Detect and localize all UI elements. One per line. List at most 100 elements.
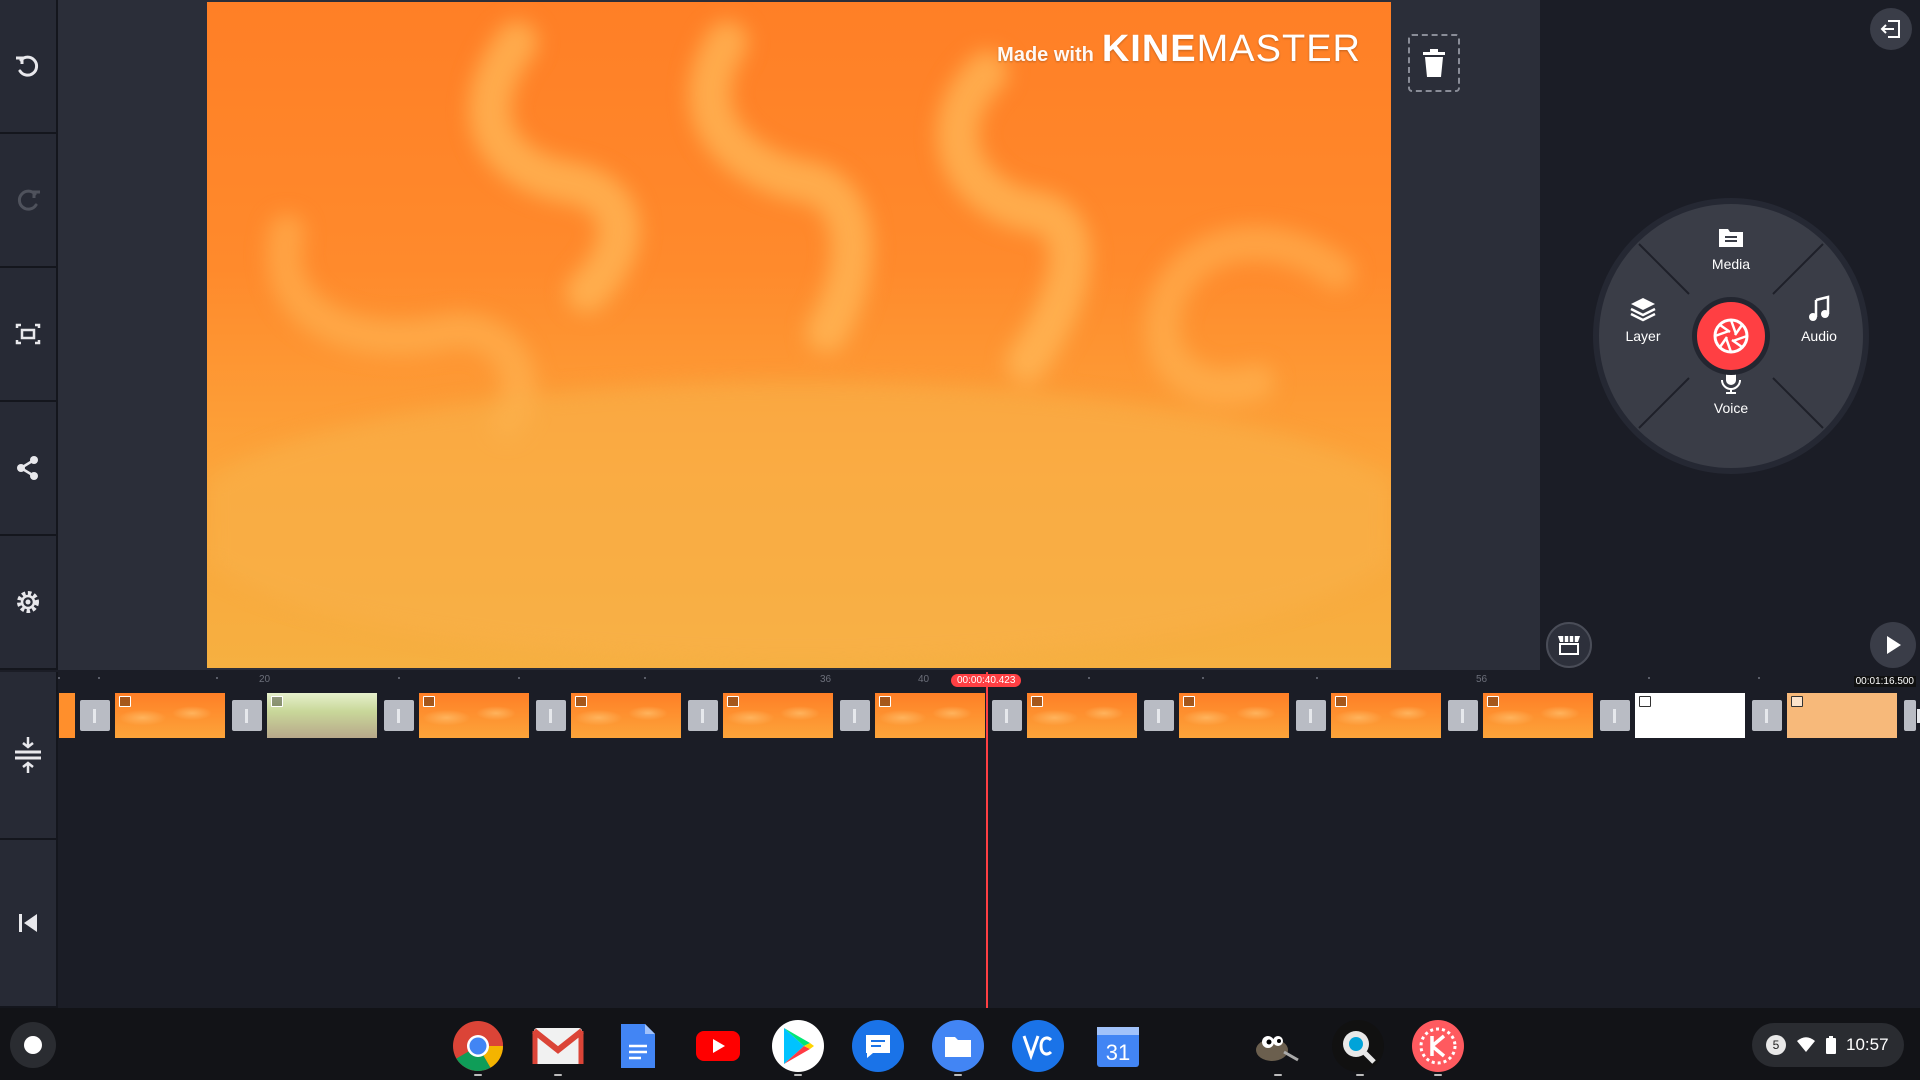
transition-handle[interactable] bbox=[1448, 700, 1478, 731]
svg-text:31: 31 bbox=[1106, 1040, 1130, 1065]
image-icon bbox=[271, 696, 283, 707]
music-note-icon bbox=[1809, 295, 1830, 321]
transition-handle[interactable] bbox=[688, 700, 718, 731]
docs-icon bbox=[621, 1024, 655, 1068]
calendar-icon: 31 bbox=[1097, 1027, 1139, 1067]
launcher-button[interactable] bbox=[10, 1022, 56, 1068]
store-icon bbox=[1558, 636, 1580, 655]
messages-app[interactable] bbox=[852, 1020, 904, 1072]
layers-icon bbox=[1630, 298, 1656, 322]
right-panel: Media Layer Audio Voice bbox=[1540, 0, 1920, 670]
gimp-icon bbox=[1256, 1036, 1299, 1062]
timeline-clip[interactable] bbox=[1635, 693, 1745, 738]
image-icon bbox=[575, 696, 587, 707]
timeline-clip[interactable] bbox=[267, 693, 377, 738]
play-icon bbox=[1887, 636, 1901, 654]
running-indicator bbox=[1274, 1074, 1282, 1076]
expand-timeline-button[interactable] bbox=[0, 672, 56, 840]
kinemaster-editor: Made with KINEMASTER Media Layer Audio V… bbox=[0, 0, 1920, 1080]
capture-button[interactable] bbox=[1692, 297, 1770, 375]
jump-to-start-button[interactable] bbox=[0, 840, 56, 1008]
image-icon bbox=[879, 696, 891, 707]
timeline-clip[interactable] bbox=[723, 693, 833, 738]
gmail-icon bbox=[532, 1028, 584, 1064]
play-store-app[interactable] bbox=[772, 1020, 824, 1072]
transition-handle[interactable] bbox=[840, 700, 870, 731]
undo-button[interactable] bbox=[0, 0, 56, 134]
youtube-app[interactable] bbox=[692, 1020, 744, 1072]
share-icon bbox=[17, 456, 38, 480]
status-tray[interactable]: 5 10:57 bbox=[1752, 1023, 1904, 1067]
image-icon bbox=[423, 696, 435, 707]
timeline-clip[interactable] bbox=[419, 693, 529, 738]
timeline-clip[interactable] bbox=[875, 693, 985, 738]
watermark-brand: KINEMASTER bbox=[1102, 28, 1361, 71]
transition-handle[interactable] bbox=[1296, 700, 1326, 731]
timeline-clip[interactable] bbox=[115, 693, 225, 738]
image-icon bbox=[727, 696, 739, 707]
kinemaster-app[interactable] bbox=[1412, 1020, 1464, 1072]
wifi-icon bbox=[1797, 1037, 1815, 1052]
audio-button[interactable]: Audio bbox=[1779, 294, 1859, 344]
transition-handle[interactable] bbox=[1904, 700, 1920, 731]
transition-handle[interactable] bbox=[1752, 700, 1782, 731]
gimp-app[interactable] bbox=[1248, 1020, 1300, 1072]
search-app[interactable] bbox=[1332, 1020, 1384, 1072]
kinemaster-icon bbox=[1419, 1027, 1457, 1065]
settings-button[interactable] bbox=[0, 536, 56, 670]
trash-icon bbox=[1423, 49, 1445, 77]
timeline-clip[interactable] bbox=[59, 693, 75, 738]
preview-area: Made with KINEMASTER bbox=[58, 0, 1540, 670]
play-button[interactable] bbox=[1870, 622, 1916, 668]
gear-icon bbox=[17, 591, 39, 613]
media-button[interactable]: Media bbox=[1691, 222, 1771, 272]
transition-handle[interactable] bbox=[1600, 700, 1630, 731]
exit-project-button[interactable] bbox=[1870, 8, 1912, 50]
timeline-clip[interactable] bbox=[1483, 693, 1593, 738]
timeline-clip[interactable] bbox=[1179, 693, 1289, 738]
transition-handle[interactable] bbox=[80, 700, 110, 731]
paint-bucket-icon bbox=[1639, 696, 1651, 707]
gmail-app[interactable] bbox=[532, 1020, 584, 1072]
files-app[interactable] bbox=[932, 1020, 984, 1072]
vectornator-app[interactable] bbox=[1012, 1020, 1064, 1072]
timeline[interactable]: 20 36 40 56 00:01:16.500 00:00:40.423 bbox=[58, 672, 1920, 1008]
video-preview[interactable]: Made with KINEMASTER bbox=[207, 2, 1391, 668]
total-duration: 00:01:16.500 bbox=[1853, 676, 1916, 687]
image-icon bbox=[1031, 696, 1043, 707]
docs-app[interactable] bbox=[612, 1020, 664, 1072]
calendar-app[interactable]: 31 bbox=[1092, 1020, 1144, 1072]
timeline-clip[interactable] bbox=[571, 693, 681, 738]
chrome-icon bbox=[453, 1021, 503, 1071]
transition-handle[interactable] bbox=[992, 700, 1022, 731]
transition-handle[interactable] bbox=[1144, 700, 1174, 731]
redo-button[interactable] bbox=[0, 134, 56, 268]
share-button[interactable] bbox=[0, 402, 56, 536]
image-icon bbox=[1183, 696, 1195, 707]
delete-watermark-button[interactable] bbox=[1408, 34, 1460, 92]
timeline-clip[interactable] bbox=[1787, 693, 1897, 738]
clock-time: 10:57 bbox=[1846, 1035, 1889, 1054]
folder-icon bbox=[1719, 229, 1743, 247]
layer-button[interactable]: Layer bbox=[1603, 294, 1683, 344]
playhead[interactable] bbox=[986, 672, 988, 1008]
audio-label: Audio bbox=[1801, 328, 1837, 344]
transition-handle[interactable] bbox=[232, 700, 262, 731]
ruler-tick bbox=[398, 677, 400, 679]
timeline-clip[interactable] bbox=[1331, 693, 1441, 738]
chrome-app[interactable] bbox=[452, 1020, 504, 1072]
ruler-tick bbox=[1088, 677, 1090, 679]
transition-handle[interactable] bbox=[536, 700, 566, 731]
ruler-tick bbox=[58, 677, 60, 679]
youtube-icon bbox=[696, 1031, 740, 1061]
asset-store-button[interactable] bbox=[1546, 622, 1592, 668]
running-indicator bbox=[1356, 1074, 1364, 1076]
running-indicator bbox=[474, 1074, 482, 1076]
media-label: Media bbox=[1711, 256, 1751, 272]
undo-icon bbox=[16, 55, 39, 77]
timeline-clip[interactable] bbox=[1027, 693, 1137, 738]
skip-to-start-icon bbox=[19, 914, 37, 932]
transition-handle[interactable] bbox=[384, 700, 414, 731]
fullscreen-button[interactable] bbox=[0, 268, 56, 402]
image-icon bbox=[1487, 696, 1499, 707]
